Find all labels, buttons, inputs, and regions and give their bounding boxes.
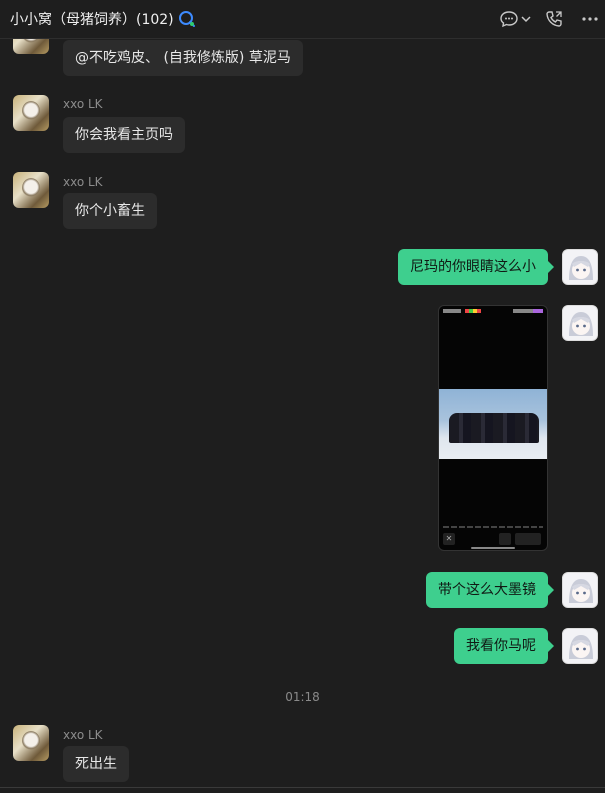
avatar[interactable] [562,249,598,285]
avatar[interactable] [13,725,49,761]
message-list[interactable]: @不吃鸡皮、 (自我修炼版) 草泥马 xxo LK 你会我看主页吗 xxo LK… [0,38,605,793]
people-silhouettes [449,413,539,443]
chat-title[interactable]: 小小窝（母猪饲养）(102) [10,9,174,29]
avatar[interactable] [562,305,598,341]
anime-avatar-icon [569,579,593,603]
sender-name: xxo LK [63,175,103,189]
input-divider [0,787,605,788]
group-photo [439,389,547,459]
close-icon: ✕ [443,533,455,545]
message-bubble[interactable]: @不吃鸡皮、 (自我修炼版) 草泥马 [63,40,303,76]
message-bubble[interactable]: 你会我看主页吗 [63,117,185,153]
phone-icon[interactable] [544,9,564,29]
anime-avatar-icon [569,635,593,659]
more-icon[interactable] [580,9,600,29]
message-bubble[interactable]: 你个小畜生 [63,193,157,229]
message-bubble[interactable]: 带个这么大墨镜 [426,572,554,608]
anime-avatar-icon [569,256,593,280]
avatar[interactable] [13,95,49,131]
chat-bubble-icon[interactable] [499,9,519,29]
avatar[interactable] [562,628,598,664]
anime-avatar-icon [569,312,593,336]
image-message[interactable]: ✕ [438,305,548,551]
qq-group-icon[interactable] [178,10,196,28]
volume-icon [515,533,541,545]
message-bubble[interactable]: 死出生 [63,746,129,782]
status-bar [443,309,543,313]
chevron-down-icon[interactable] [520,9,532,29]
message-bubble[interactable]: 我看你马呢 [454,628,554,664]
home-indicator [471,547,515,549]
avatar[interactable] [13,172,49,208]
expand-icon [499,533,511,545]
video-progress [443,526,543,528]
sender-name: xxo LK [63,97,103,111]
message-bubble[interactable]: 尼玛的你眼睛这么小 [398,249,554,285]
chat-header: 小小窝（母猪饲养）(102) [0,0,605,39]
avatar[interactable] [562,572,598,608]
timestamp: 01:18 [285,690,320,704]
sender-name: xxo LK [63,728,103,742]
avatar[interactable] [13,38,49,54]
